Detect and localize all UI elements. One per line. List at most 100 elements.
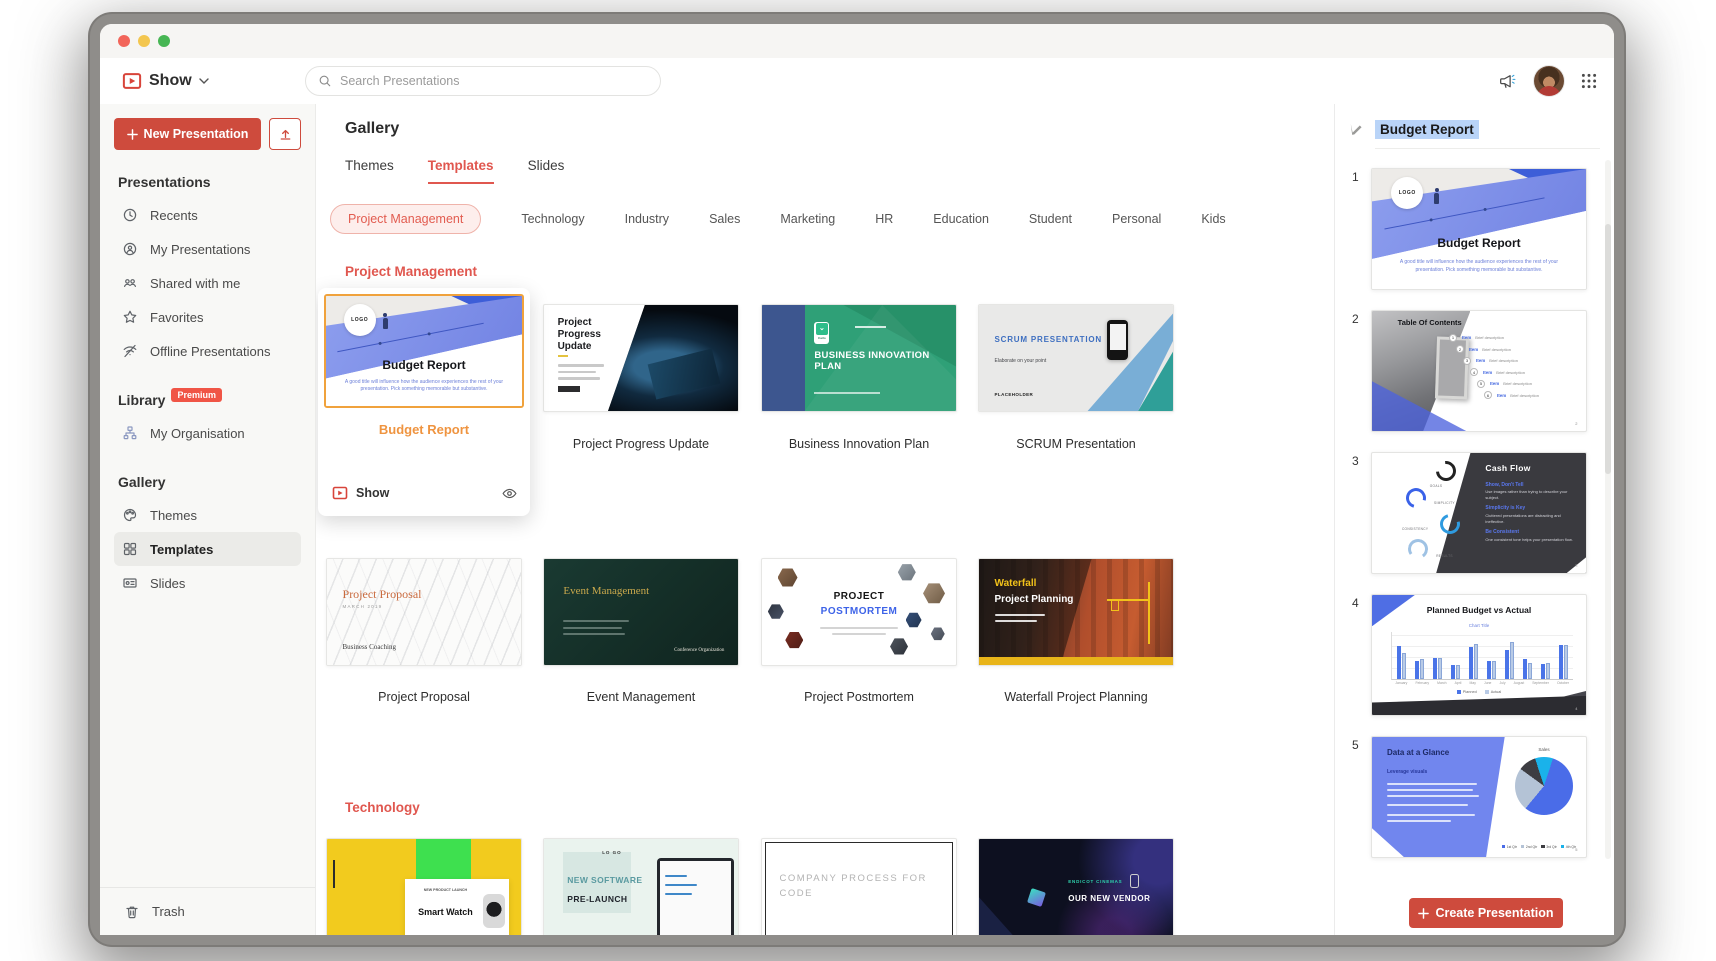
edit-title-pencil-icon[interactable]	[1350, 123, 1364, 137]
chip-hr[interactable]: HR	[875, 212, 893, 226]
tab-themes[interactable]: Themes	[345, 158, 394, 184]
sidebar-item-label: My Presentations	[150, 242, 250, 257]
slide5-pie-chart	[1515, 757, 1573, 815]
toc-row: 2ItemBrief description	[1456, 345, 1580, 353]
announcements-icon[interactable]	[1497, 71, 1518, 92]
chip-industry[interactable]: Industry	[625, 212, 669, 226]
sidebar-item-offline-presentations[interactable]: Offline Presentations	[114, 334, 301, 368]
create-presentation-button[interactable]: Create Presentation	[1409, 898, 1563, 928]
zoom-window-button[interactable]	[158, 35, 170, 47]
tab-templates[interactable]: Templates	[428, 158, 494, 184]
app-menu[interactable]: Show	[122, 71, 209, 91]
template-card-waterfall-project-planning[interactable]: Waterfall Project Planning Waterfall Pro…	[978, 558, 1174, 666]
template-card-our-new-vendor[interactable]: ENDICOT CINEMAS OUR NEW VENDOR	[978, 838, 1174, 935]
template-card-business-innovation-plan[interactable]: ⌄Carlo BUSINESS INNOVATION PLAN Business…	[761, 304, 957, 412]
offline-icon	[122, 343, 138, 359]
template-card-event-management[interactable]: Event Management Conference Organization…	[543, 558, 739, 666]
toc-row: 5ItemBrief description	[1477, 380, 1580, 388]
sidebar-item-trash[interactable]: Trash	[100, 887, 315, 935]
chip-kids[interactable]: Kids	[1201, 212, 1225, 226]
template-card-new-software-pre-launch[interactable]: LO GO NEW SOFTWARE PRE-LAUNCH	[543, 838, 739, 935]
users-icon	[122, 275, 138, 291]
search-icon	[318, 74, 332, 88]
chevron-down-icon	[199, 78, 209, 85]
minimize-window-button[interactable]	[138, 35, 150, 47]
slide5-legend: 1st Qtr2nd Qtr3rd Qtr4th Qtr	[1496, 845, 1582, 849]
organisation-icon	[122, 425, 138, 441]
template-thumbnail: LOGO Budget Report A good title will inf…	[324, 294, 524, 408]
tab-slides[interactable]: Slides	[528, 158, 565, 184]
section-heading-project-management: Project Management	[345, 264, 477, 279]
show-logo-icon	[122, 71, 142, 91]
chip-education[interactable]: Education	[933, 212, 989, 226]
toc-row: 6ItemBrief description	[1484, 391, 1580, 399]
chip-technology[interactable]: Technology	[521, 212, 584, 226]
upload-button[interactable]	[269, 118, 301, 150]
template-card-smart-watch[interactable]: NEW PRODUCT LAUNCH Smart Watch	[326, 838, 522, 935]
sidebar-item-label: Slides	[150, 576, 185, 591]
titlebar	[100, 24, 1614, 58]
badge-icon: ⌄Carlo	[814, 322, 829, 344]
gallery-tabs: Themes Templates Slides	[345, 158, 564, 184]
app-window: Show New Presentation Presen	[100, 24, 1614, 935]
premium-badge: Premium	[171, 388, 222, 402]
template-card-budget-report[interactable]: LOGO Budget Report A good title will inf…	[318, 288, 530, 516]
section-heading-technology: Technology	[345, 800, 420, 815]
sidebar-item-label: Favorites	[150, 310, 203, 325]
sidebar-item-shared-with-me[interactable]: Shared with me	[114, 266, 301, 300]
sidebar-item-label: Shared with me	[150, 276, 240, 291]
template-card-project-proposal[interactable]: Project Proposal MARCH 2019 Business Coa…	[326, 558, 522, 666]
sidebar-item-favorites[interactable]: Favorites	[114, 300, 301, 334]
chip-student[interactable]: Student	[1029, 212, 1072, 226]
slide-thumbnail-4[interactable]: Planned Budget vs Actual Chart Title Jan…	[1371, 594, 1587, 716]
search-input[interactable]	[340, 74, 648, 88]
sidebar-item-slides[interactable]: Slides	[114, 566, 301, 600]
app-name: Show	[149, 72, 192, 90]
page-title: Gallery	[345, 120, 399, 138]
templates-icon	[122, 541, 138, 557]
sidebar-item-label: Offline Presentations	[150, 344, 270, 359]
show-logo-icon	[332, 485, 348, 501]
section-title-library: Library Premium	[118, 392, 301, 408]
section-title-gallery: Gallery	[118, 474, 301, 490]
chip-project-management[interactable]: Project Management	[330, 204, 481, 234]
slide4-chart	[1391, 632, 1573, 680]
sidebar-item-my-presentations[interactable]: My Presentations	[114, 232, 301, 266]
chip-sales[interactable]: Sales	[709, 212, 740, 226]
slide-thumbnail-1[interactable]: LOGO Budget Report A good title will inf…	[1371, 168, 1587, 290]
slide-thumbnail-2[interactable]: Table Of Contents 1ItemBrief description…	[1371, 310, 1587, 432]
sidebar-item-themes[interactable]: Themes	[114, 498, 301, 532]
sidebar-item-templates[interactable]: Templates	[114, 532, 301, 566]
slide4-months: JanuaryFebruaryMarchAprilMayJuneJulyAugu…	[1391, 681, 1573, 685]
template-card-company-process-for-code[interactable]: COMPANY PROCESS FOR CODE	[761, 838, 957, 935]
category-chips: Project Management Technology Industry Sale…	[330, 204, 1226, 234]
preview-eye-icon[interactable]	[501, 485, 518, 502]
new-presentation-button[interactable]: New Presentation	[114, 118, 261, 150]
scrollbar-thumb[interactable]	[1605, 224, 1611, 474]
slides-icon	[122, 575, 138, 591]
template-card-project-postmortem[interactable]: PROJECT POSTMORTEM Project Postmortem	[761, 558, 957, 666]
panel-scrollbar	[1605, 160, 1611, 859]
preview-panel: Budget Report 1 LOGO Budget Report A goo…	[1334, 104, 1614, 935]
close-window-button[interactable]	[118, 35, 130, 47]
template-card-project-progress-update[interactable]: Project Progress Update Project Progress…	[543, 304, 739, 412]
sidebar-item-label: Themes	[150, 508, 197, 523]
sidebar-item-recents[interactable]: Recents	[114, 198, 301, 232]
presentation-title[interactable]: Budget Report	[1375, 120, 1479, 139]
user-avatar[interactable]	[1534, 66, 1564, 96]
template-card-scrum-presentation[interactable]: SCRUM PRESENTATION Elaborate on your poi…	[978, 304, 1174, 412]
sidebar-item-label: My Organisation	[150, 426, 245, 441]
sidebar-item-my-organisation[interactable]: My Organisation	[114, 416, 301, 450]
palette-icon	[122, 507, 138, 523]
slide-thumbnail-5[interactable]: Data at a Glance Leverage visuals Sales …	[1371, 736, 1587, 858]
star-icon	[122, 309, 138, 325]
toc-row: 1ItemBrief description	[1449, 334, 1580, 342]
apps-grid-icon[interactable]	[1580, 72, 1598, 90]
clock-icon	[122, 207, 138, 223]
sidebar-item-label: Templates	[150, 542, 213, 557]
slide-thumbnail-3[interactable]: Cash Flow Show, Don't TellUse images rat…	[1371, 452, 1587, 574]
chip-personal[interactable]: Personal	[1112, 212, 1161, 226]
user-icon	[122, 241, 138, 257]
section-title-presentations: Presentations	[118, 174, 301, 190]
chip-marketing[interactable]: Marketing	[780, 212, 835, 226]
